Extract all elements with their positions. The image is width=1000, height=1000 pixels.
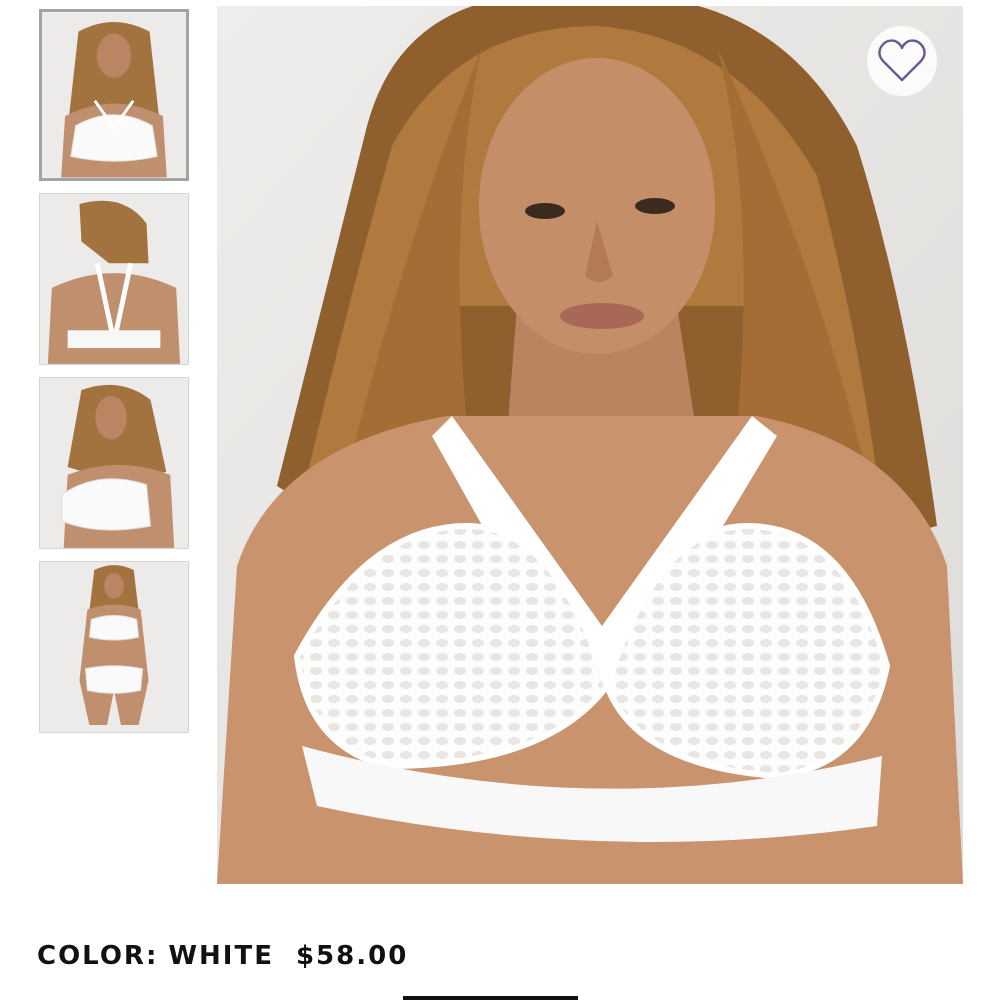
heart-outline-icon [878, 39, 926, 82]
active-tab-indicator [403, 996, 578, 1000]
product-page: COLOR: WHITE $58.00 [0, 0, 1000, 1000]
color-label: COLOR: [37, 941, 159, 971]
product-photo [217, 6, 963, 884]
wishlist-button[interactable] [867, 26, 937, 96]
product-info: COLOR: WHITE $58.00 [37, 941, 408, 971]
thumbnail-front[interactable] [39, 9, 189, 181]
thumbnail-back[interactable] [39, 193, 189, 365]
thumbnail-side-image [40, 378, 188, 548]
price: $58.00 [295, 941, 409, 971]
thumbnail-full-body[interactable] [39, 561, 189, 733]
thumbnail-side[interactable] [39, 377, 189, 549]
thumbnail-back-image [40, 194, 188, 364]
color-value: WHITE [168, 941, 274, 971]
main-product-image[interactable] [217, 6, 963, 884]
thumbnail-full-body-image [40, 562, 188, 732]
thumbnail-front-image [42, 12, 186, 178]
